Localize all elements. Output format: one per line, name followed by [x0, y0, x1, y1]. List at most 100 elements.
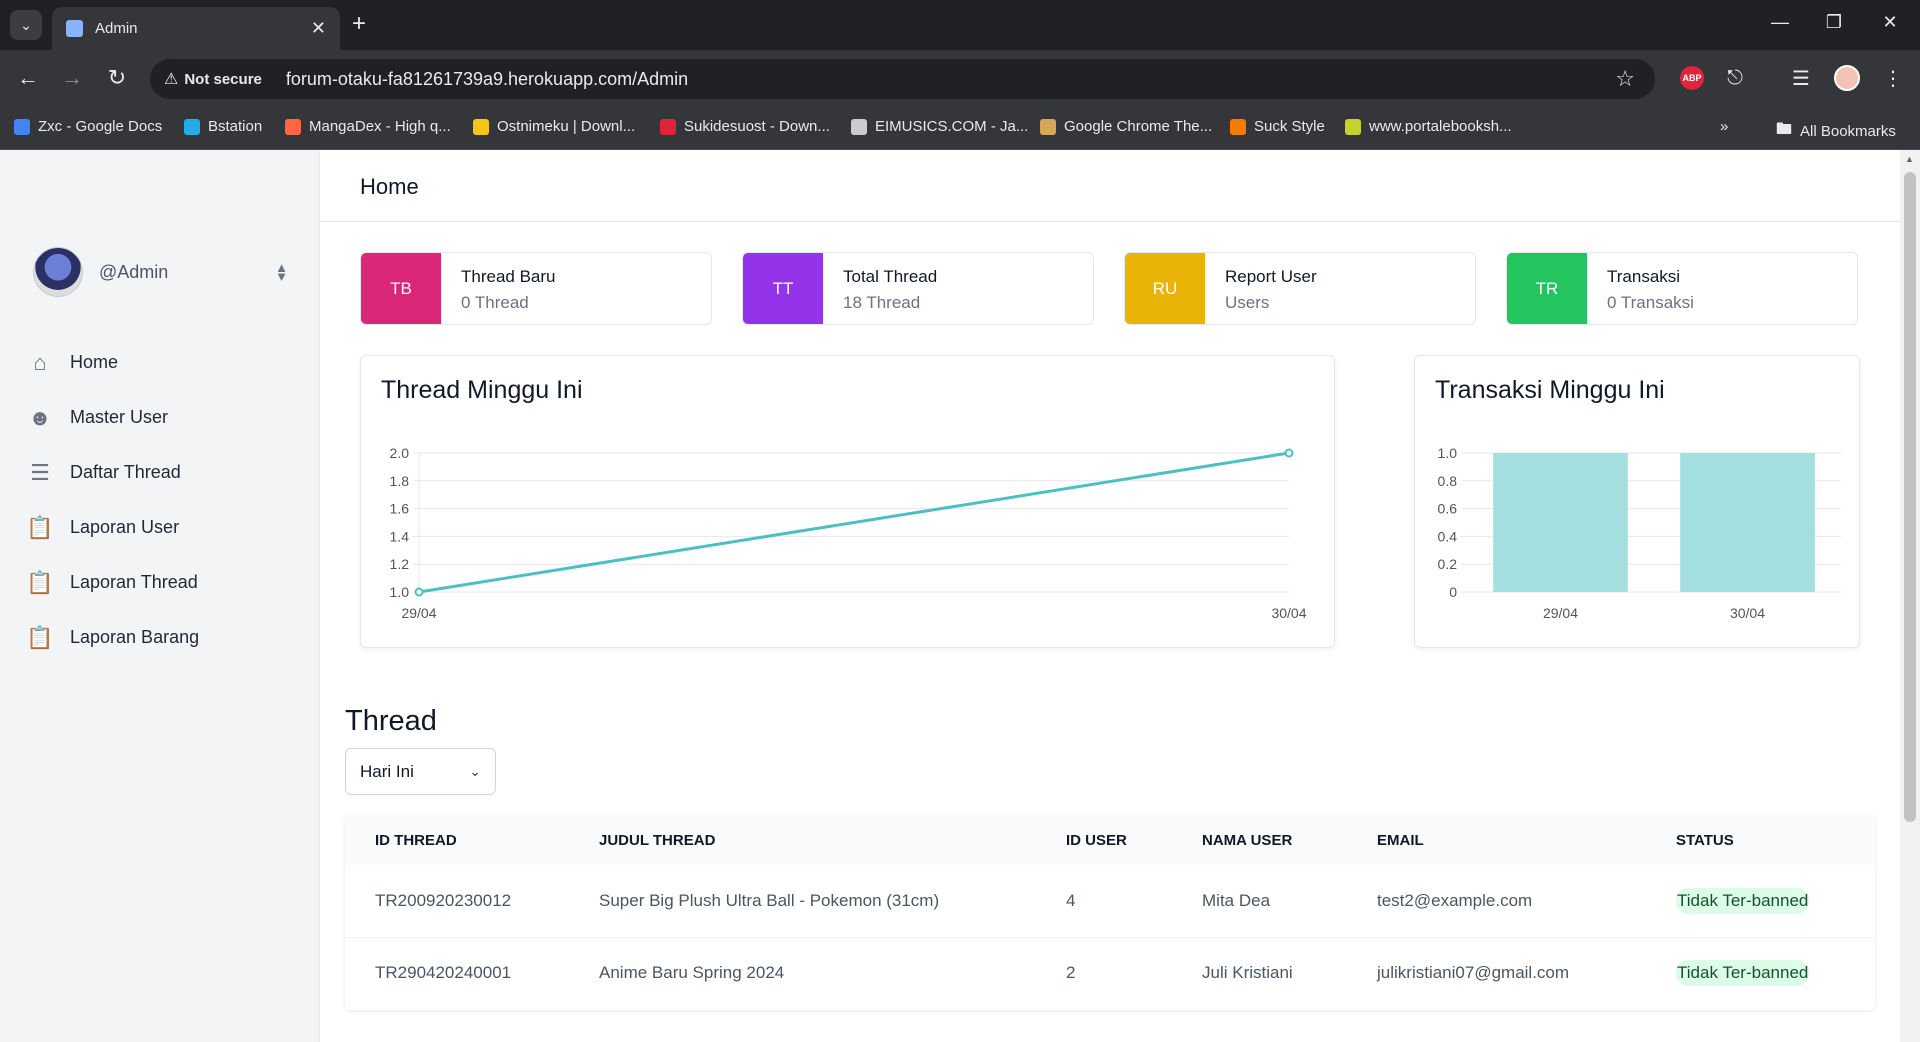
- table-header-row: ID THREAD JUDUL THREAD ID USER NAMA USER EMA…: [345, 815, 1875, 865]
- stat-badge: TT: [743, 253, 823, 324]
- bookmark-favicon-icon: [660, 118, 676, 135]
- data-point[interactable]: [1284, 448, 1294, 458]
- y-tick-label: 0.8: [1438, 473, 1458, 489]
- folder-icon: 🖿: [1776, 121, 1793, 138]
- y-tick-label: 0.4: [1438, 528, 1458, 544]
- sidebar-item-master-user[interactable]: ☻ Master User: [26, 390, 199, 445]
- bookmark-item[interactable]: EIMUSICS.COM - Ja...: [851, 118, 1028, 135]
- y-tick-label: 1.0: [390, 584, 410, 600]
- extensions-icon[interactable]: ⎋: [1720, 63, 1750, 93]
- adblock-extension-icon[interactable]: ABP: [1677, 63, 1707, 93]
- tab-search-button[interactable]: ⌄: [10, 10, 42, 40]
- table-cell: Tidak Ter-banned: [1646, 936, 1875, 1009]
- period-filter-value: Hari Ini: [360, 761, 414, 781]
- sidebar-item-label: Laporan Barang: [70, 627, 200, 647]
- y-tick-label: 1.8: [390, 473, 410, 489]
- status-badge: Tidak Ter-banned: [1676, 960, 1810, 987]
- table-row[interactable]: TR290420240001 Anime Baru Spring 2024 2 Jul…: [345, 936, 1875, 1009]
- username: @Admin: [99, 261, 169, 282]
- bookmark-star-icon[interactable]: ☆: [1615, 66, 1635, 92]
- bookmark-label: Zxc - Google Docs: [38, 118, 163, 135]
- stat-card: TT Total Thread 18 Thread: [742, 252, 1094, 325]
- sidebar-item-laporan-thread[interactable]: 📋 Laporan Thread: [26, 555, 199, 610]
- browser-tab[interactable]: Admin ✕: [52, 7, 340, 50]
- profile-avatar[interactable]: [1832, 63, 1862, 93]
- section-title: Thread: [345, 705, 437, 737]
- clipboard-icon: 📋: [26, 569, 54, 595]
- transaction-chart-card: 0 0.2 0.4 0.6 0.8 1.0 29/04 30/04 Transaksi Min…: [1414, 355, 1860, 648]
- browser-menu-icon[interactable]: ⋮: [1878, 63, 1908, 93]
- sidebar-item-laporan-barang[interactable]: 📋 Laporan Barang: [26, 610, 199, 665]
- bookmark-label: Ostnimeku | Downl...: [497, 118, 636, 135]
- sidebar-item-label: Laporan Thread: [70, 572, 198, 592]
- all-bookmarks-button[interactable]: 🖿 All Bookmarks: [1776, 118, 1896, 145]
- bookmark-item[interactable]: Ostnimeku | Downl...: [473, 118, 635, 135]
- y-tick-label: 0: [1449, 584, 1457, 600]
- scroll-up-icon[interactable]: ▲: [1905, 154, 1914, 164]
- sidebar-item-label: Home: [70, 352, 119, 372]
- stat-title: Thread Baru: [461, 267, 556, 286]
- period-filter-select[interactable]: Hari Ini ⌄: [345, 748, 496, 795]
- scroll-thumb[interactable]: [1904, 172, 1916, 822]
- bar[interactable]: [1680, 453, 1815, 592]
- table-cell: 4: [1066, 890, 1076, 910]
- forward-icon[interactable]: →: [58, 64, 86, 92]
- stat-badge: RU: [1125, 253, 1205, 324]
- users-icon: ☻: [28, 404, 52, 430]
- minimize-icon[interactable]: —: [1768, 12, 1792, 33]
- bookmark-favicon-icon: [1040, 118, 1056, 135]
- media-control-icon[interactable]: ☰: [1786, 63, 1816, 93]
- stat-value: 0 Thread: [461, 293, 529, 312]
- sidebar-item-home[interactable]: ⌂ Home: [26, 335, 199, 390]
- column-header: EMAIL: [1377, 831, 1424, 849]
- stat-text: Thread Baru 0 Thread: [441, 253, 556, 324]
- table-row[interactable]: TR200920230012 Super Big Plush Ultra Ball…: [345, 865, 1875, 937]
- sidebar-item-laporan-user[interactable]: 📋 Laporan User: [26, 500, 199, 555]
- sidebar-item-daftar-thread[interactable]: ☰ Daftar Thread: [26, 445, 199, 500]
- bookmark-item[interactable]: www.portalebooksh...: [1345, 118, 1512, 135]
- column-header: ID USER: [1066, 831, 1127, 849]
- tab-title: Admin: [95, 20, 138, 37]
- url-text[interactable]: forum-otaku-fa81261739a9.herokuapp.com/A…: [286, 69, 688, 90]
- y-tick-label: 1.2: [390, 556, 410, 572]
- restore-icon[interactable]: ❐: [1822, 12, 1846, 33]
- reload-icon[interactable]: ↻: [103, 64, 131, 92]
- table-cell: TR290420240001: [345, 936, 569, 1009]
- bookmark-label: Bstation: [208, 118, 263, 135]
- page-header: Home: [320, 150, 1900, 222]
- clipboard-icon: 📋: [26, 514, 54, 540]
- bookmark-item[interactable]: Suck Style: [1230, 118, 1325, 135]
- clipboard-icon: 📋: [26, 624, 54, 650]
- bar[interactable]: [1493, 453, 1628, 592]
- x-tick-label: 30/04: [1271, 605, 1306, 621]
- chevron-updown-icon[interactable]: ▲ ▼: [275, 261, 288, 283]
- chart-title: Thread Minggu Ini: [381, 376, 583, 404]
- bookmark-item[interactable]: Zxc - Google Docs: [14, 118, 162, 135]
- stat-card: TR Transaksi 0 Transaksi: [1506, 252, 1858, 325]
- bookmark-item[interactable]: MangaDex - High q...: [285, 118, 451, 135]
- y-tick-label: 1.0: [1438, 445, 1458, 461]
- data-point[interactable]: [414, 587, 424, 597]
- bookmark-favicon-icon: [1230, 118, 1246, 135]
- new-tab-button[interactable]: +: [352, 10, 366, 38]
- sidebar: @Admin ▲ ▼ ⌂ Home ☻ Master User ☰ Daftar Threa…: [0, 150, 320, 1042]
- tab-close-icon[interactable]: ✕: [311, 18, 326, 39]
- table-cell: julikristiani07@gmail.com: [1347, 936, 1646, 1009]
- y-tick-label: 1.6: [390, 501, 410, 517]
- bookmark-item[interactable]: Bstation: [184, 118, 262, 135]
- x-tick-label: 29/04: [1543, 605, 1578, 621]
- bookmark-label: Google Chrome The...: [1064, 118, 1213, 135]
- sidebar-item-label: Laporan User: [70, 517, 180, 537]
- page-scrollbar[interactable]: ▲: [1900, 150, 1920, 1042]
- more-bookmarks-icon[interactable]: »: [1720, 118, 1728, 135]
- warning-icon: ⚠: [164, 71, 179, 88]
- back-icon[interactable]: ←: [14, 64, 42, 92]
- close-window-icon[interactable]: ✕: [1878, 12, 1902, 33]
- bookmark-item[interactable]: Google Chrome The...: [1040, 118, 1212, 135]
- address-bar[interactable]: ⚠ Not secure forum-otaku-fa81261739a9.he…: [150, 59, 1655, 99]
- bookmark-item[interactable]: Sukidesuost - Down...: [660, 118, 830, 135]
- list-icon: ☰: [30, 459, 50, 485]
- profile-switcher[interactable]: @Admin ▲ ▼: [33, 246, 288, 298]
- stat-text: Report User Users: [1205, 253, 1317, 324]
- security-indicator[interactable]: ⚠ Not secure: [164, 69, 274, 89]
